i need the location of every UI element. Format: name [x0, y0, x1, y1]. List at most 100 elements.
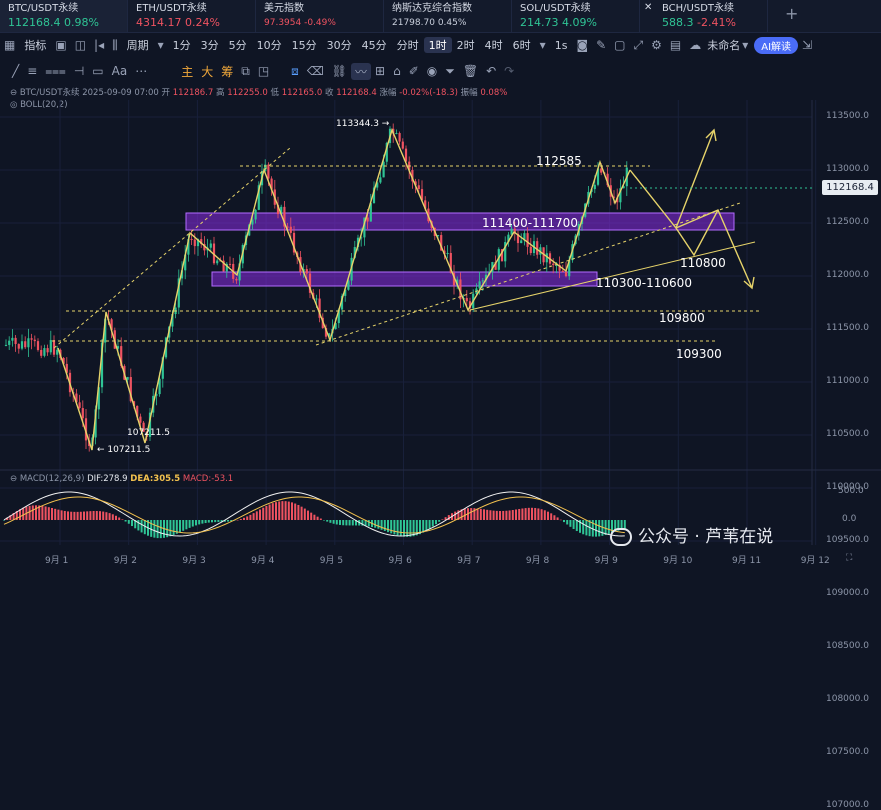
macd-bar: [595, 520, 597, 537]
candle: [33, 339, 36, 342]
macd-bar: [543, 510, 546, 520]
candle: [564, 271, 568, 277]
macd-bar: [396, 520, 399, 536]
candle: [561, 270, 564, 272]
price-tick: 111500.0: [826, 323, 869, 333]
macd-bar: [390, 520, 393, 534]
macd-bar: [28, 505, 31, 520]
date-tick: 9月 6: [388, 556, 412, 566]
date-tick: 9月 5: [319, 556, 344, 566]
candle: [49, 340, 52, 353]
macd-bar: [54, 508, 57, 520]
macd-bar: [201, 520, 204, 524]
macd-bar: [108, 513, 111, 520]
price-tick: 111000.0: [826, 376, 869, 386]
macd-bar: [348, 520, 351, 526]
macd-bar: [275, 502, 277, 520]
date-tick: 9月 7: [457, 556, 481, 566]
label-109300: 109300: [676, 347, 722, 361]
candle: [593, 184, 596, 190]
label-109800: 109800: [659, 311, 705, 325]
price-chart[interactable]: [0, 0, 881, 571]
date-tick: 9月 11: [732, 556, 762, 566]
macd-bar: [537, 508, 540, 520]
date-tick: 9月 10: [663, 556, 693, 566]
macd-bar: [316, 516, 319, 520]
candle: [216, 260, 219, 264]
label-zone-upper: 111400-111700: [482, 216, 578, 230]
macd-bar: [332, 520, 335, 524]
macd-bar: [531, 507, 533, 520]
macd-bar: [569, 520, 572, 527]
macd-bar: [534, 507, 537, 520]
date-tick: 9月 9: [594, 556, 618, 566]
macd-bar: [342, 520, 345, 526]
candle: [417, 185, 420, 190]
macd-bar: [454, 511, 457, 520]
macd-bar: [518, 508, 521, 520]
price-tick: 113000.0: [826, 164, 869, 174]
macd-bar: [44, 506, 47, 520]
macd-bar: [406, 520, 409, 537]
macd-bar: [313, 514, 316, 520]
macd-info: ⊖ MACD(12,26,9) DIF:278.9 DEA:305.5 MACD…: [10, 474, 233, 484]
macd-bar: [403, 520, 405, 537]
macd-bar: [483, 509, 485, 520]
wechat-icon: [610, 528, 632, 546]
wave-zigzag: [57, 127, 631, 451]
macd-bar: [377, 520, 380, 529]
macd-bar: [115, 515, 117, 520]
macd-bar: [67, 511, 69, 520]
candle: [11, 337, 14, 341]
date-tick: 9月 3: [182, 556, 206, 566]
macd-bar: [505, 510, 508, 520]
macd-bar: [271, 503, 274, 520]
watermark-text: 公众号 · 芦苇在说: [638, 527, 774, 547]
fullscreen-icon[interactable]: ⛶: [846, 553, 852, 563]
macd-bar: [51, 507, 53, 520]
price-tick: 112500.0: [826, 217, 869, 227]
macd-bar: [182, 520, 185, 531]
macd-bar: [319, 518, 322, 520]
candle: [267, 164, 270, 179]
candle: [366, 217, 369, 222]
macd-bar: [294, 503, 297, 520]
candle: [228, 263, 232, 265]
candle: [78, 402, 81, 409]
collapse-icon[interactable]: ⊖: [10, 474, 20, 484]
macd-bar: [345, 520, 348, 526]
macd-bar: [367, 520, 370, 527]
macd-bar: [169, 520, 172, 537]
macd-bar: [118, 517, 121, 520]
current-price-tag: 112168.4: [822, 180, 878, 195]
candle: [209, 243, 212, 248]
macd-bar: [508, 510, 511, 520]
macd-bar: [281, 501, 284, 520]
date-tick: 9月 12: [800, 556, 830, 566]
macd-bar: [428, 520, 431, 529]
macd-bar: [268, 504, 271, 520]
macd-bar: [255, 511, 258, 520]
macd-bar: [41, 505, 44, 520]
price-tick: 113500.0: [826, 111, 869, 121]
macd-axis-0: 0.0: [842, 514, 857, 524]
macd-bar: [310, 512, 313, 520]
macd-bar: [127, 520, 130, 524]
candle: [481, 280, 484, 282]
macd-bar: [156, 520, 159, 539]
macd-bar: [431, 520, 434, 527]
macd-bar: [121, 519, 124, 520]
candle: [20, 341, 24, 349]
macd-bar: [47, 507, 50, 520]
macd-bar: [409, 520, 412, 537]
macd-bar: [495, 510, 498, 520]
macd-value: MACD:-53.1: [182, 474, 234, 484]
macd-bar: [249, 514, 252, 520]
label-high: 113344.3 →: [336, 119, 390, 129]
macd-bar: [515, 509, 517, 520]
candle: [552, 263, 555, 266]
candle: [46, 348, 49, 353]
macd-bar: [479, 508, 482, 520]
macd-bar: [287, 501, 290, 520]
candle: [401, 141, 404, 149]
